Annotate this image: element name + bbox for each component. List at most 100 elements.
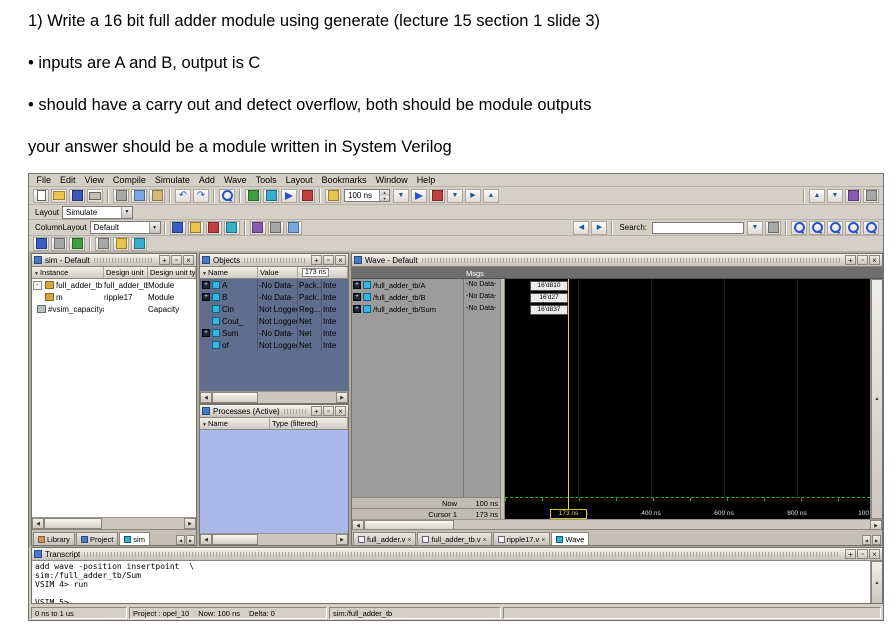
expand-icon[interactable]	[202, 293, 210, 301]
menu-edit[interactable]: Edit	[56, 175, 81, 185]
signal-move-down-icon[interactable]	[827, 189, 843, 203]
column-time[interactable]: 173 ns	[298, 267, 348, 278]
memory-view-icon[interactable]	[863, 189, 879, 203]
zoom-full-icon[interactable]	[827, 221, 843, 235]
close-icon[interactable]	[869, 255, 880, 265]
previous-edge-icon[interactable]	[573, 221, 589, 235]
compile-icon[interactable]	[245, 189, 261, 203]
processes-panel-header[interactable]: Processes (Active)	[200, 405, 348, 418]
step-out-icon[interactable]	[483, 189, 499, 203]
scroll-left-icon[interactable]	[32, 518, 44, 529]
object-row-Cin[interactable]: Cin Not Logged Reg... Inte	[200, 303, 348, 315]
cut-icon[interactable]	[113, 189, 129, 203]
new-file-icon[interactable]	[33, 189, 49, 203]
tab-close-icon[interactable]	[407, 535, 411, 544]
menu-bookmarks[interactable]: Bookmarks	[317, 175, 371, 185]
paste-icon[interactable]	[149, 189, 165, 203]
print-icon[interactable]	[87, 189, 103, 203]
menu-file[interactable]: File	[32, 175, 56, 185]
menu-add[interactable]: Add	[194, 175, 219, 185]
layout-select[interactable]: Simulate	[62, 206, 133, 219]
wave-signal-row-B[interactable]: /full_adder_tb/B	[352, 291, 463, 303]
tab-close-icon[interactable]	[483, 535, 487, 544]
transcript-prompt[interactable]: VSIM 5>	[35, 598, 869, 604]
undock-icon[interactable]	[323, 406, 334, 416]
expand-icon[interactable]	[353, 305, 361, 313]
restart-icon[interactable]	[325, 189, 341, 203]
zoom-cursor-icon[interactable]	[845, 221, 861, 235]
cursor-lock-icon[interactable]	[51, 237, 67, 251]
expand-icon[interactable]	[353, 281, 361, 289]
tab-project[interactable]: Project	[76, 532, 118, 545]
redo-icon[interactable]	[193, 189, 209, 203]
tab-close-icon[interactable]	[541, 535, 545, 544]
run-length-spinner[interactable]	[379, 190, 389, 201]
dataflow-icon[interactable]	[845, 189, 861, 203]
object-row-A[interactable]: A -No Data- Pack... Inte	[200, 279, 348, 291]
zoom-range-icon[interactable]	[863, 221, 879, 235]
continue-run-icon[interactable]	[411, 189, 427, 203]
scrollbar-thumb[interactable]	[212, 534, 258, 545]
menu-compile[interactable]: Compile	[108, 175, 150, 185]
undock-icon[interactable]	[857, 549, 868, 559]
scroll-right-icon[interactable]	[184, 518, 196, 529]
transcript-vertical-scrollbar[interactable]	[870, 561, 882, 604]
wave-panel-header[interactable]: Wave - Default	[352, 254, 882, 267]
lock-icon[interactable]	[268, 221, 284, 235]
object-row-B[interactable]: B -No Data- Pack... Inte	[200, 291, 348, 303]
undo-icon[interactable]	[175, 189, 191, 203]
delete-cursor-icon[interactable]	[206, 221, 222, 235]
tab-wave[interactable]: Wave	[551, 532, 589, 545]
panel-drag-handle[interactable]	[94, 258, 154, 263]
tab-full-adder-tb-v[interactable]: full_adder_tb.v	[417, 532, 491, 545]
layout-value[interactable]: Simulate	[63, 208, 121, 217]
scrollbar-thumb[interactable]	[44, 518, 102, 529]
link-icon[interactable]	[286, 221, 302, 235]
signal-move-up-icon[interactable]	[809, 189, 825, 203]
tab-scroll-right-icon[interactable]	[186, 535, 195, 545]
stop-icon[interactable]	[429, 189, 445, 203]
tree-row-m[interactable]: m ripple17 Module	[32, 291, 196, 303]
menu-simulate[interactable]: Simulate	[150, 175, 194, 185]
search-options-icon[interactable]	[765, 221, 781, 235]
expand-rows-icon[interactable]	[95, 237, 111, 251]
column-value[interactable]: Value	[258, 267, 298, 278]
scrollbar-track[interactable]	[258, 392, 336, 403]
cursor-time-box[interactable]: 173 ns	[550, 509, 587, 519]
column-name[interactable]: Name	[200, 267, 258, 278]
dock-icon[interactable]	[845, 255, 856, 265]
filter-icon[interactable]	[131, 237, 147, 251]
processes-list[interactable]	[200, 430, 348, 533]
step-over-icon[interactable]	[465, 189, 481, 203]
run-length-field[interactable]: 100 ns	[344, 189, 390, 202]
tab-sim[interactable]: sim	[119, 532, 150, 545]
scroll-up-icon[interactable]	[871, 561, 883, 604]
dropdown-arrow-icon[interactable]	[149, 222, 160, 233]
expand-icon[interactable]	[353, 293, 361, 301]
undock-icon[interactable]	[323, 255, 334, 265]
menu-layout[interactable]: Layout	[281, 175, 317, 185]
object-row-of[interactable]: of Not Logged Net Inte	[200, 339, 348, 351]
zoom-out-icon[interactable]	[809, 221, 825, 235]
undock-icon[interactable]	[857, 255, 868, 265]
add-wave-icon[interactable]	[170, 221, 186, 235]
scroll-right-icon[interactable]	[336, 534, 348, 545]
dock-icon[interactable]	[845, 549, 856, 559]
collapse-expander-icon[interactable]	[33, 281, 42, 290]
zoom-in-icon[interactable]	[791, 221, 807, 235]
object-row-Cout[interactable]: Cout_ Not Logged Net Inte	[200, 315, 348, 327]
waveform-area[interactable]: 16'd810 16'd27 16'd837 200 ns 400 ns 600…	[505, 279, 870, 519]
dock-icon[interactable]	[159, 255, 170, 265]
column-design-unit-type[interactable]: Design unit type	[148, 267, 196, 278]
save-icon[interactable]	[69, 189, 85, 203]
transcript-log[interactable]: add wave -position insertpoint \ sim:/fu…	[32, 561, 872, 604]
compile-all-icon[interactable]	[263, 189, 279, 203]
close-icon[interactable]	[335, 255, 346, 265]
menu-wave[interactable]: Wave	[219, 175, 251, 185]
expand-icon[interactable]	[202, 329, 210, 337]
snap-icon[interactable]	[69, 237, 85, 251]
expand-icon[interactable]	[202, 281, 210, 289]
spin-down-icon[interactable]	[380, 196, 389, 202]
close-icon[interactable]	[335, 406, 346, 416]
next-edge-icon[interactable]	[591, 221, 607, 235]
